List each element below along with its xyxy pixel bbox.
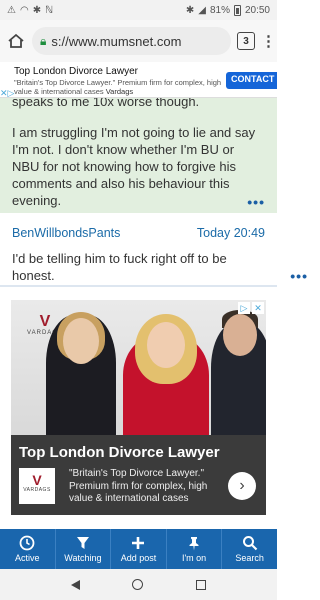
signal-icon: ◢ [198,4,206,16]
nav-label: Active [15,553,40,563]
ad-description: "Britain's Top Divorce Lawyer." Premium … [69,468,208,504]
nav-label: Search [235,553,264,563]
ad-info-icon[interactable]: ▷ [238,302,250,314]
ad-title: Top London Divorce Lawyer [14,66,138,77]
post-cutoff-line: speaks to me 10x worse though. [12,98,200,109]
ad-close-icon[interactable]: ✕ [252,302,264,314]
post-options-button[interactable]: ••• [247,194,265,211]
bottom-navigation: Active Watching Add post I'm on Search [0,529,277,569]
nav-im-on[interactable]: I'm on [167,529,223,569]
contact-us-button[interactable]: CONTACT US [226,72,277,89]
reply-header: BenWillbondsPants Today 20:49 [0,226,277,240]
pin-icon [189,537,199,551]
post-time[interactable]: Today 20:49 [197,226,265,240]
ad-controls: ▷ ✕ [238,302,264,314]
address-bar[interactable]: 🔒︎ s://www.mumsnet.com [32,27,231,55]
nav-label: Watching [64,553,102,563]
post-body: I am struggling I'm not going to lie and… [12,125,256,208]
ad-text: "Britain's Top Divorce Lawyer." Premium … [14,78,222,96]
nav-label: I'm on [181,553,207,563]
bluetooth-icon: ✱ [32,4,42,16]
ad-headline[interactable]: Top London Divorce Lawyer [19,444,220,461]
search-icon [242,536,257,551]
system-navigation-bar [0,569,277,600]
mute-icon: ℕ [45,4,54,16]
tab-switcher-button[interactable]: 3 [237,32,255,50]
battery-icon [233,4,241,16]
ad-photo: V VARDAGS ▷ ✕ [11,300,266,435]
nav-search[interactable]: Search [222,529,277,569]
plus-icon [132,537,145,549]
notification-icon: ⚠ [7,4,16,16]
poster-name[interactable]: BenWillbondsPants [12,226,120,240]
system-indicators: ✱ ◢ 81% 20:50 [185,4,270,16]
clock-icon [19,535,35,551]
nav-add-post[interactable]: Add post [111,529,167,569]
nav-label: Add post [120,553,157,563]
ad-logo: V VARDAGS [19,468,55,504]
recents-icon[interactable] [195,579,206,590]
person-face [147,322,185,368]
browser-toolbar: 🔒︎ s://www.mumsnet.com 3 ⋮ [0,20,277,62]
battery-percent: 81% [209,4,230,16]
clock-time: 20:50 [244,4,270,16]
reply-body: I'd be telling him to fuck right off to … [12,251,227,283]
url-text: s://www.mumsnet.com [51,33,182,49]
person-face [223,314,257,356]
wifi-icon: ◠ [19,4,29,16]
back-icon[interactable] [71,579,81,590]
original-post: speaks to me 10x worse though. I am stru… [0,98,277,213]
vibrate-icon: ✱ [185,4,195,16]
post-divider [0,285,277,287]
status-bar: ⚠ ◠ ✱ ℕ ✱ ◢ 81% 20:50 [0,0,277,20]
person-face [63,318,99,364]
overflow-menu-icon[interactable]: ⋮ [261,32,276,50]
reply-options-button[interactable]: ••• [290,268,308,284]
home-icon [8,33,24,48]
ad-open-button[interactable]: › [228,472,256,500]
nav-watching[interactable]: Watching [56,529,112,569]
notification-icons: ⚠ ◠ ✱ ℕ [7,5,53,16]
ad-choices-icon[interactable]: ✕▷ [0,88,14,97]
home-button[interactable] [6,31,26,51]
home-circle-icon[interactable] [132,579,144,590]
top-ad-banner[interactable]: ✕▷ Top London Divorce Lawyer "Britain's … [0,62,277,98]
display-ad[interactable]: V VARDAGS ▷ ✕ Top London Divorce Lawyer … [11,300,266,515]
nav-active[interactable]: Active [0,529,56,569]
filter-icon [76,537,89,549]
lock-icon: 🔒︎ [40,33,47,48]
